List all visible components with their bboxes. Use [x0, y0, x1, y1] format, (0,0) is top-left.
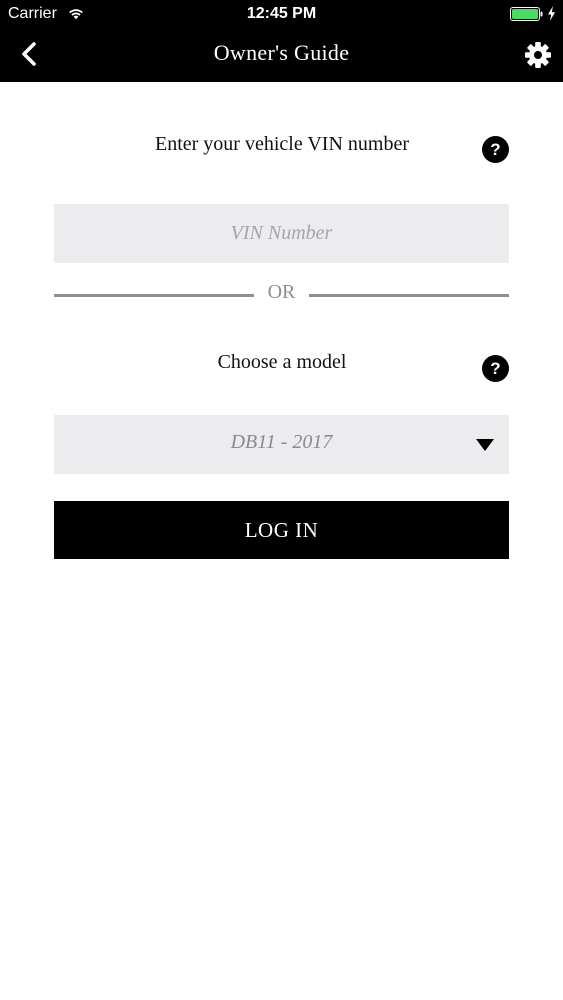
model-heading: Choose a model	[217, 351, 347, 373]
battery-icon	[510, 7, 543, 21]
nav-bar: Owner's Guide	[0, 28, 563, 82]
triangle-down-icon	[476, 439, 494, 451]
vin-help-button[interactable]: ?	[482, 136, 509, 163]
status-time: 12:45 PM	[246, 5, 317, 22]
vin-heading: Enter your vehicle VIN number	[155, 133, 409, 155]
app-header: Carrier 12:45 PM Owner's Guide	[0, 0, 563, 82]
divider-left	[54, 294, 254, 297]
charging-icon	[548, 6, 555, 21]
gear-icon	[525, 42, 551, 68]
divider-right	[309, 294, 509, 297]
login-button[interactable]: LOG IN	[54, 501, 509, 559]
vin-number-input[interactable]	[54, 204, 509, 263]
model-help-button[interactable]: ?	[482, 355, 509, 382]
model-dropdown[interactable]: DB11 - 2017	[54, 415, 509, 474]
settings-button[interactable]	[522, 39, 554, 71]
status-bar: Carrier 12:45 PM	[0, 0, 563, 28]
or-divider-label: OR	[267, 281, 296, 303]
owners-guide-screen: Carrier 12:45 PM Owner's Guide Enter you…	[0, 0, 563, 1000]
page-title: Owner's Guide	[213, 40, 350, 65]
model-selected-value: DB11 - 2017	[230, 431, 333, 453]
